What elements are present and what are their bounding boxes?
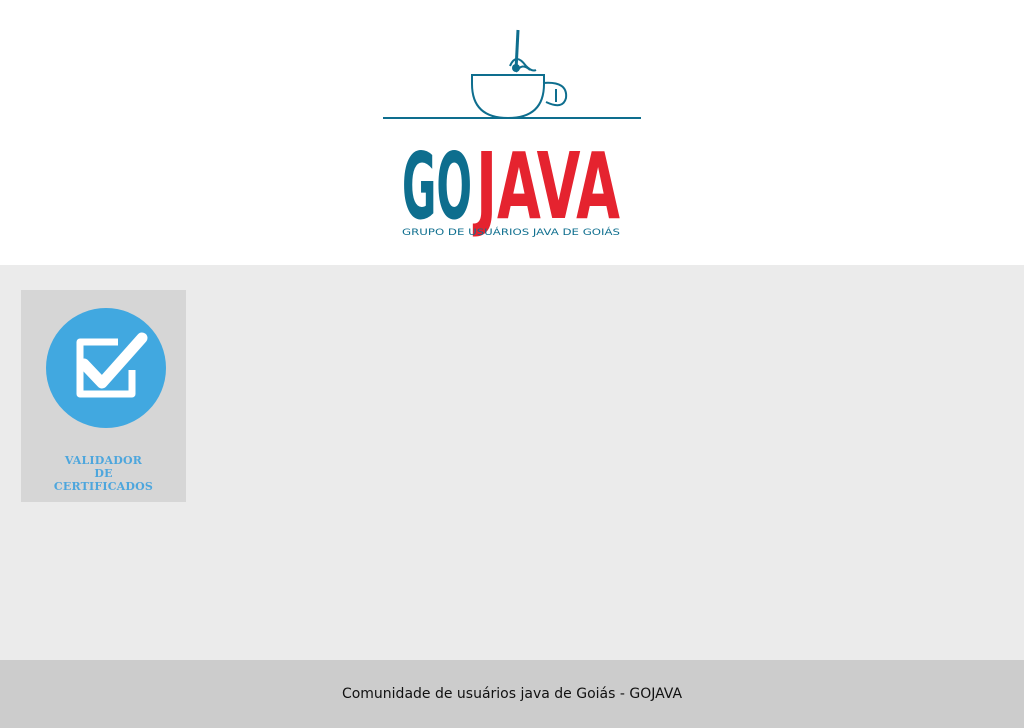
logo-wordmark: GO JAVA GRUPO DE USUÁRIOS JAVA DE GOIÁS [402,133,620,240]
main-content: VALIDADOR DE CERTIFICADOS [0,265,1024,660]
page-footer: Comunidade de usuários java de Goiás - G… [0,660,1024,728]
gojava-logo[interactable]: GO JAVA GRUPO DE USUÁRIOS JAVA DE GOIÁS [380,26,644,240]
checkbox-check-icon [46,308,166,428]
validator-label-line1: VALIDADOR [64,454,143,467]
validator-label-line3: CERTIFICADOS [53,480,154,493]
coffee-cup-icon [471,29,568,120]
validator-label: VALIDADOR DE CERTIFICADOS [21,454,186,493]
validator-label-line2: DE [94,467,113,480]
logo-word-java: JAVA [473,133,620,240]
logo-tagline: GRUPO DE USUÁRIOS JAVA DE GOIÁS [402,226,620,238]
certificate-validator-link[interactable]: VALIDADOR DE CERTIFICADOS [21,290,186,502]
footer-text: Comunidade de usuários java de Goiás - G… [341,686,683,702]
page-header: GO JAVA GRUPO DE USUÁRIOS JAVA DE GOIÁS [0,0,1024,265]
logo-word-go: GO [402,133,472,240]
